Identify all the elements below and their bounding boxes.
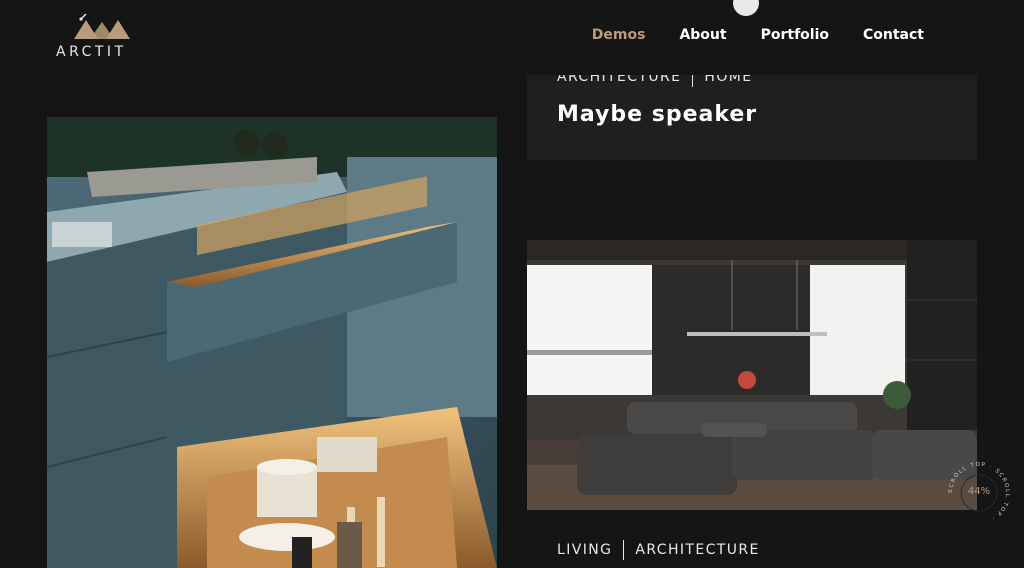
main-nav: Demos About Portfolio Contact: [592, 27, 924, 43]
post-image-kitchen[interactable]: [47, 117, 497, 568]
living-room-illustration: [527, 240, 977, 510]
category-separator: [623, 540, 625, 560]
nav-about[interactable]: About: [679, 27, 726, 43]
nav-contact[interactable]: Contact: [863, 27, 924, 43]
post-title[interactable]: Maybe speaker: [557, 102, 757, 127]
post-card-top[interactable]: ARCHITECTURE HOME Maybe speaker: [527, 67, 977, 160]
site-header: ARCTIT Demos About Portfolio Contact: [0, 0, 1024, 75]
post-categories: LIVING ARCHITECTURE: [557, 540, 760, 560]
logo-text: ARCTIT: [56, 44, 127, 60]
logo[interactable]: ARCTIT: [56, 14, 146, 64]
category-link[interactable]: ARCHITECTURE: [635, 542, 759, 558]
scroll-top-button[interactable]: SCROLL TOP · SCROLL TOP · 44%: [944, 458, 1014, 528]
post-image-living[interactable]: [527, 240, 977, 510]
scroll-percent: 44%: [967, 486, 991, 497]
logo-roof-icon: [74, 14, 130, 39]
nav-demos[interactable]: Demos: [592, 27, 646, 43]
category-link[interactable]: LIVING: [557, 542, 612, 558]
nav-portfolio[interactable]: Portfolio: [761, 27, 829, 43]
kitchen-illustration: [47, 117, 497, 568]
